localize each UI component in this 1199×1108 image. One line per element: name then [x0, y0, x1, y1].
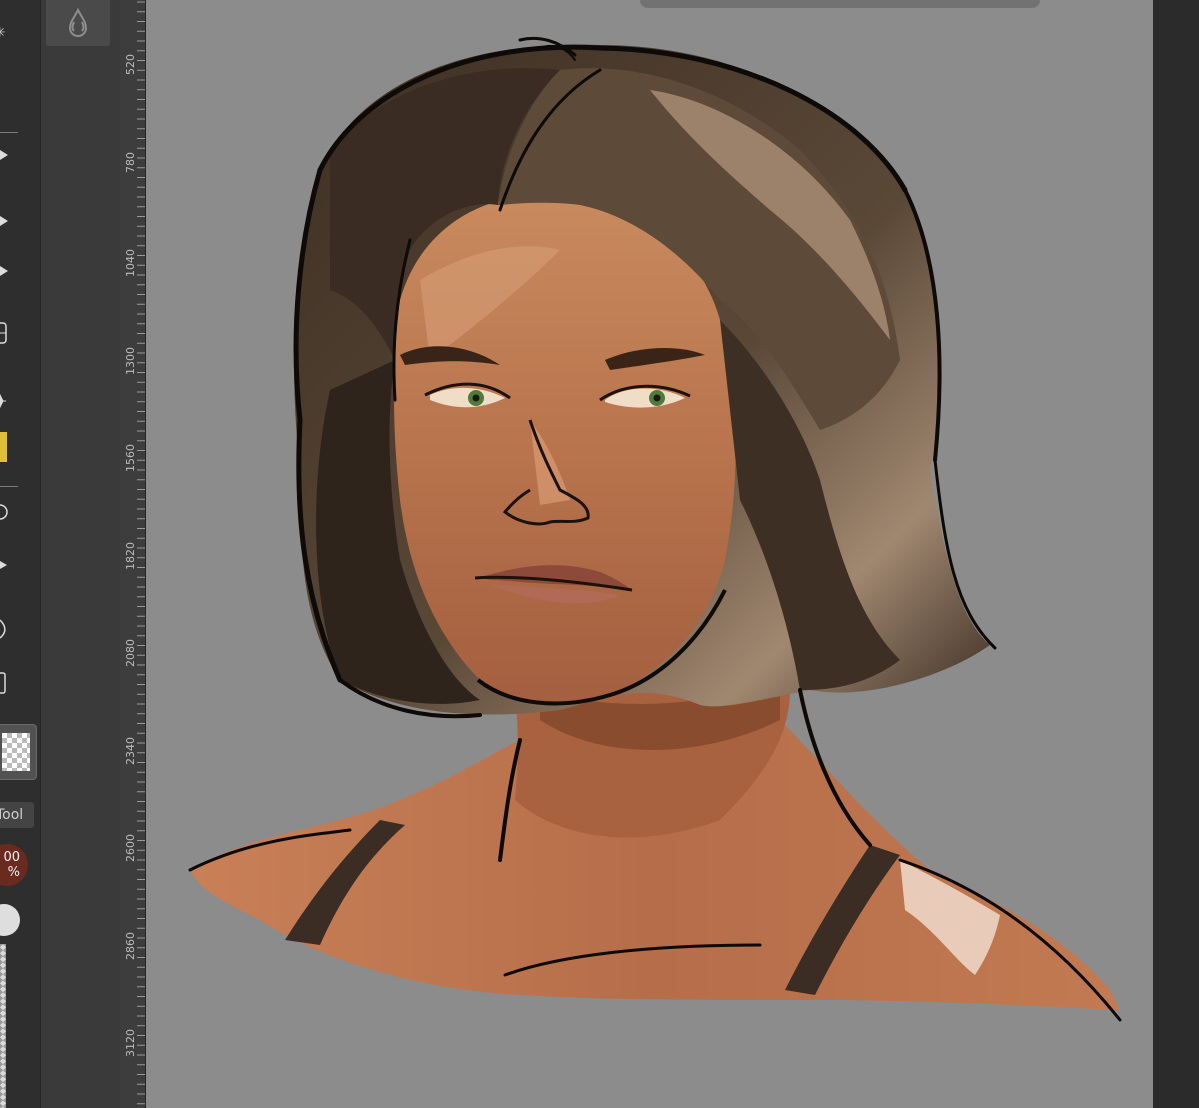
opacity-badge[interactable]: 00 % [0, 844, 28, 886]
fill-icon[interactable] [0, 619, 14, 639]
right-panel [1153, 0, 1199, 1108]
opacity-unit: % [7, 865, 20, 880]
ruler-label: 520 [124, 54, 137, 75]
drops-icon [68, 8, 88, 37]
pen-icon[interactable] [0, 214, 14, 228]
eraser-icon[interactable] [0, 264, 14, 278]
vertical-ruler: 520 780 1040 1300 1560 1820 2080 2340 2600 2860 31… [120, 0, 146, 1108]
ruler-label: 2340 [124, 736, 137, 765]
brush-size-dot[interactable] [0, 904, 20, 936]
toolbar-divider [0, 132, 18, 133]
drawing-canvas[interactable] [146, 0, 1153, 1108]
ruler-label: 2860 [124, 931, 137, 960]
alpha-slider[interactable] [0, 944, 6, 1108]
active-tool-indicator[interactable] [0, 432, 7, 462]
ruler-label: 3120 [124, 1029, 137, 1057]
left-toolbar: ✳ Tool 00 % [0, 0, 40, 1108]
selection-icon[interactable] [0, 558, 14, 572]
ruler-label: 780 [124, 151, 137, 173]
layers-icon[interactable] [0, 322, 14, 344]
layer-thumbnail[interactable] [0, 724, 37, 780]
sparkle-icon[interactable]: ✳ [0, 25, 8, 41]
ruler-label: 2600 [124, 834, 137, 862]
ruler-label: 1560 [124, 444, 137, 472]
tool-label: Tool [0, 802, 34, 828]
toolbar-divider [0, 486, 18, 487]
move-icon[interactable] [0, 394, 14, 408]
portrait-painting [188, 36, 1122, 1022]
drops-button[interactable] [46, 0, 110, 46]
ruler-label: 1300 [124, 346, 137, 375]
ruler-label: 1040 [124, 249, 137, 277]
canvas-top-handle[interactable] [640, 0, 1040, 8]
tool-options-panel [40, 0, 121, 1108]
transparency-checker [2, 733, 30, 771]
opacity-value: 00 [3, 850, 20, 865]
ruler-label: 2080 [124, 639, 137, 667]
crop-icon[interactable] [0, 672, 14, 694]
ruler-label: 1820 [124, 541, 137, 570]
lasso-icon[interactable] [0, 504, 14, 520]
brush-icon[interactable] [0, 148, 14, 162]
